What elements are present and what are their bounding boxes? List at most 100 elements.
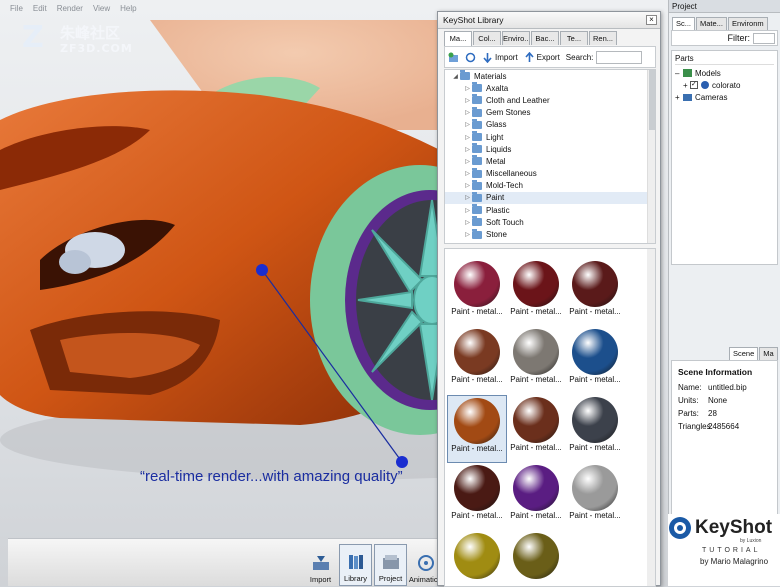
material-swatch[interactable]: Paint - metal... [565,259,625,327]
keyshot-app: File Edit Render View Help Z 朱峰社区 ZF3D.C… [0,0,780,587]
tab-environment[interactable]: Environm [727,17,768,30]
tree-item[interactable]: ▷ Axalta [445,82,655,94]
expand-arrow-icon[interactable]: ▷ [463,121,472,128]
filter-label: Filter: [727,33,751,43]
menu-view[interactable]: View [93,4,110,18]
material-sphere [572,397,618,443]
tree-model-item[interactable]: + ✓ colorato [675,79,774,91]
bottom-toolbar: Import Library Project Animation [8,538,444,586]
tree-scrollbar[interactable] [647,70,655,243]
add-folder-icon[interactable] [448,52,459,63]
material-swatch[interactable] [447,531,507,586]
tab-materials[interactable]: Ma... [444,31,472,46]
tree-item[interactable]: ▷ Gem Stones [445,106,655,119]
tab-material[interactable]: Mate... [696,17,727,30]
tree-item-label: Miscellaneous [486,169,537,179]
material-sphere [513,397,559,443]
tree-scroll-thumb[interactable] [649,70,655,130]
expand-arrow-icon[interactable]: ▷ [463,146,472,153]
info-key: Name: [678,383,702,392]
project-button[interactable]: Project [374,544,407,586]
library-title-bar[interactable]: KeyShot Library × [438,12,660,29]
collapse-arrow-icon[interactable]: ◢ [451,73,460,80]
expand-arrow-icon[interactable]: ▷ [463,109,472,116]
menu-render[interactable]: Render [57,4,83,18]
menu-edit[interactable]: Edit [33,4,47,18]
tab-textures[interactable]: Te... [560,31,588,45]
library-button[interactable]: Library [339,544,372,586]
import-button[interactable]: Import [304,544,337,586]
tab-renderings[interactable]: Ren... [589,31,617,45]
info-row: Parts: 28 [678,407,771,420]
product-name: KeyShot [695,517,773,538]
library-tabs: Ma... Col... Enviro... Bac... Te... Ren.… [444,31,617,46]
tree-item[interactable]: ▷ Light [445,131,655,143]
tree-item[interactable]: ▷ Cloth and Leather [445,94,655,106]
expand-arrow-icon[interactable]: ▷ [463,207,472,214]
model-icon [701,81,709,89]
refresh-icon[interactable] [465,52,476,63]
material-swatch[interactable]: Paint - metal... [565,395,625,463]
tree-models[interactable]: – Models [675,67,774,79]
library-label: Library [344,574,367,583]
tree-item[interactable]: ▷ Metal [445,155,655,167]
expand-arrow-icon[interactable]: ▷ [463,231,472,238]
material-label: Paint - metal... [451,307,503,316]
material-tree: ◢ Materials ▷ Axalta ▷ Cloth and Leather ▷ Gem … [444,69,656,244]
material-label: Paint - metal... [569,307,621,316]
material-swatch[interactable]: Paint - metal... [506,395,566,463]
checkbox-icon[interactable]: ✓ [690,81,698,89]
tree-item[interactable]: ▷ Liquids [445,143,655,155]
scene-info-title: Scene Information [678,367,753,377]
close-button[interactable]: × [646,15,657,25]
library-icon [348,555,363,569]
folder-icon [472,216,482,227]
tree-item[interactable]: ▷ Soft Touch [445,216,655,228]
material-swatch[interactable] [506,531,566,586]
material-swatch[interactable]: Paint - metal... [565,327,625,395]
expand-arrow-icon[interactable]: ▷ [463,134,472,141]
material-swatch[interactable]: Paint - metal... [447,395,507,463]
grid-scrollbar[interactable] [647,249,655,586]
expand-arrow-icon[interactable]: ▷ [463,158,472,165]
search-input[interactable] [596,50,643,64]
tree-item[interactable]: ▷ Stone [445,228,655,240]
tab-material-info[interactable]: Ma [759,347,778,360]
tree-item[interactable]: ▷ Mold-Tech [445,179,655,192]
tab-backplates[interactable]: Bac... [531,31,559,45]
material-swatch[interactable]: Paint - metal... [506,259,566,327]
search-label: Search: [565,52,594,62]
tree-item-label: Plastic [486,205,510,215]
filter-input[interactable] [753,32,775,44]
material-swatch[interactable]: Paint - metal... [506,327,566,395]
tree-item[interactable]: ◢ Materials [445,70,655,82]
tab-environments[interactable]: Enviro... [502,31,530,45]
expand-arrow-icon[interactable]: ▷ [463,97,472,104]
project-label: Project [378,574,403,583]
material-swatch[interactable]: Paint - metal... [447,259,507,327]
info-key: Triangles: [678,422,713,431]
menu-help[interactable]: Help [120,4,136,18]
tree-item-label: Glass [486,120,507,130]
material-swatch[interactable]: Paint - metal... [565,463,625,531]
tab-scene[interactable]: Sc... [672,17,696,30]
material-swatch[interactable]: Paint - metal... [506,463,566,531]
expand-arrow-icon[interactable]: ▷ [463,85,472,92]
tree-item[interactable]: ▷ Plastic [445,204,655,216]
material-swatch[interactable]: Paint - metal... [447,463,507,531]
import-link[interactable]: Import [495,53,518,62]
expand-arrow-icon[interactable]: ▷ [463,182,472,189]
material-swatch[interactable]: Paint - metal... [447,327,507,395]
tree-item[interactable]: ▷ Miscellaneous [445,167,655,180]
export-link[interactable]: Export [537,53,560,62]
tree-item[interactable]: ▷ Paint [445,191,655,205]
tree-cameras[interactable]: + Cameras [675,91,774,103]
expand-arrow-icon[interactable]: ▷ [463,194,472,201]
export-arrow-icon [525,51,534,62]
menu-file[interactable]: File [10,4,23,18]
expand-arrow-icon[interactable]: ▷ [463,170,472,177]
expand-arrow-icon[interactable]: ▷ [463,219,472,226]
tab-colors[interactable]: Col... [473,31,501,45]
tab-scene-info[interactable]: Scene [729,347,759,360]
tree-item[interactable]: ▷ Glass [445,118,655,131]
